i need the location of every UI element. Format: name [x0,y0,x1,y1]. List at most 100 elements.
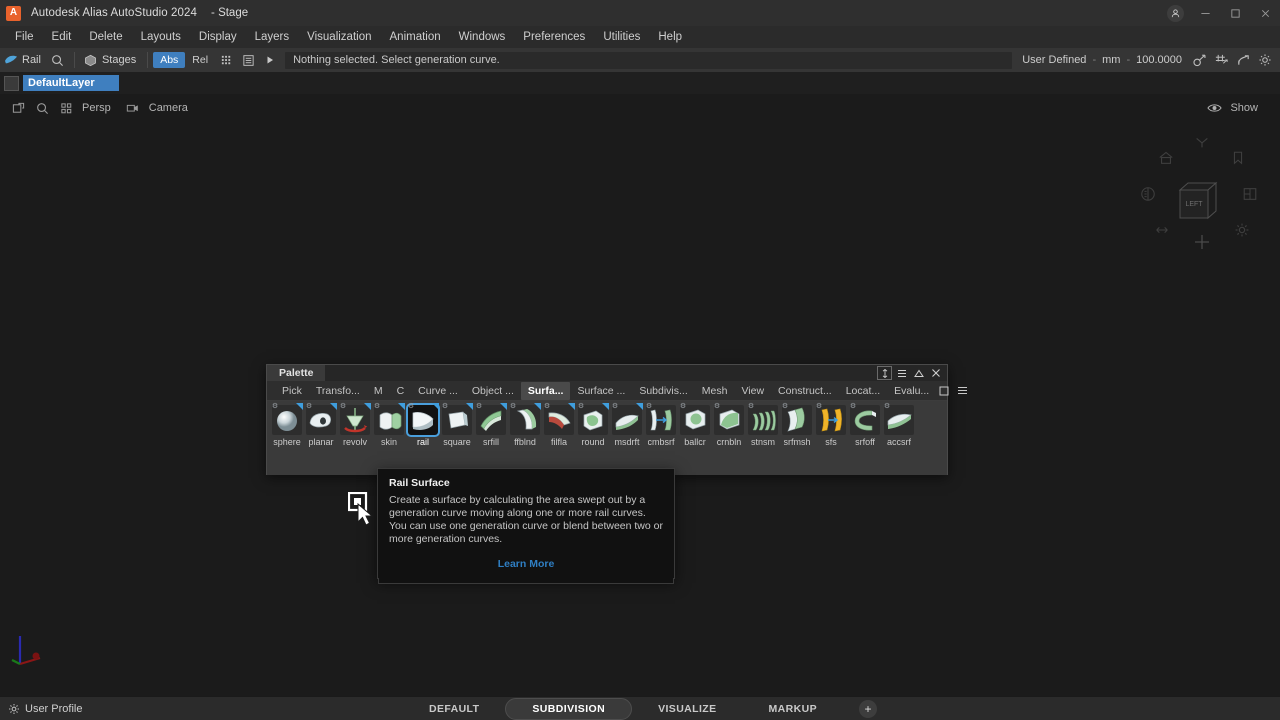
gear-icon[interactable] [1254,49,1276,71]
tool-option-gear-icon[interactable]: ⚙ [883,403,891,411]
show-menu-label[interactable]: Show [1230,102,1258,114]
tool-sphere[interactable]: ⚙ sphere [270,403,304,467]
tool-stnsm[interactable]: ⚙ stnsm [746,403,780,467]
tool-skin[interactable]: ⚙ skin [372,403,406,467]
layouts-view-icon[interactable] [1240,184,1260,204]
palette-window-title[interactable]: Palette [267,365,326,381]
tool-srfmsh[interactable]: ⚙ srfmsh [780,403,814,467]
units-value[interactable]: 100.0000 [1136,54,1182,66]
tool-option-gear-icon[interactable]: ⚙ [577,403,585,411]
view-settings-gear-icon[interactable] [1232,220,1252,240]
current-tool-icon[interactable] [0,49,22,71]
tool-option-gear-icon[interactable]: ⚙ [611,403,619,411]
menu-file[interactable]: File [6,28,43,46]
palette-menu-icon[interactable] [894,366,909,380]
view-perspective-label[interactable]: Persp [82,102,111,114]
menu-animation[interactable]: Animation [381,28,450,46]
menu-help[interactable]: Help [649,28,691,46]
rel-toggle[interactable]: Rel [185,52,215,68]
tooltip-learn-more-link[interactable]: Learn More [389,558,663,570]
tool-sfs[interactable]: ⚙ sfs [814,403,848,467]
stages-icon[interactable] [80,49,102,71]
tool-option-gear-icon[interactable]: ⚙ [849,403,857,411]
tool-option-gear-icon[interactable]: ⚙ [271,403,279,411]
list-icon[interactable] [237,49,259,71]
eye-visibility-icon[interactable] [1202,96,1226,120]
menu-windows[interactable]: Windows [450,28,515,46]
tool-option-gear-icon[interactable]: ⚙ [441,403,449,411]
palette-tab-surfaces[interactable]: Surfa... [520,381,571,400]
add-workspace-button[interactable]: + [859,699,878,718]
tool-ballcr[interactable]: ⚙ ballcr [678,403,712,467]
palette-tab-object[interactable]: Object ... [465,382,521,400]
tool-srfill[interactable]: ⚙ srfill [474,403,508,467]
tool-submenu-triangle-icon[interactable] [398,403,405,410]
tool-revolve[interactable]: ⚙ revolv [338,403,372,467]
tool-submenu-triangle-icon[interactable] [636,403,643,410]
tool-option-gear-icon[interactable]: ⚙ [339,403,347,411]
tool-filfla[interactable]: ⚙ filfla [542,403,576,467]
tool-option-gear-icon[interactable]: ⚙ [815,403,823,411]
palette-options-menu-icon[interactable] [955,384,970,398]
bookmark-view-icon[interactable] [1228,148,1248,168]
construction-plane-icon[interactable] [1188,49,1210,71]
tool-round[interactable]: ⚙ round [576,403,610,467]
menu-visualization[interactable]: Visualization [298,28,380,46]
palette-tab-transform[interactable]: Transfo... [309,382,367,400]
snap-grid-icon[interactable] [1210,49,1232,71]
tool-submenu-triangle-icon[interactable] [296,403,303,410]
camera-icon[interactable] [121,96,145,120]
play-prompt-icon[interactable] [259,49,281,71]
menu-edit[interactable]: Edit [43,28,81,46]
tool-option-gear-icon[interactable]: ⚙ [645,403,653,411]
units-mode-label[interactable]: User Defined [1022,54,1086,66]
palette-tab-construct[interactable]: Construct... [771,382,839,400]
tool-option-gear-icon[interactable]: ⚙ [679,403,687,411]
tool-submenu-triangle-icon[interactable] [364,403,371,410]
minimize-button[interactable] [1190,0,1220,26]
tool-square[interactable]: ⚙ square [440,403,474,467]
tool-crnbln[interactable]: ⚙ crnbln [712,403,746,467]
workspace-subdivision[interactable]: SUBDIVISION [505,697,633,720]
menu-preferences[interactable]: Preferences [514,28,594,46]
palette-close-icon[interactable] [928,366,943,380]
palette-tab-pick[interactable]: Pick [275,382,309,400]
palette-window[interactable]: Palette Pick Transfo... M C Curve ... Ob… [266,364,968,475]
tool-submenu-triangle-icon[interactable] [500,403,507,410]
tool-option-gear-icon[interactable]: ⚙ [713,403,721,411]
view-cube[interactable]: LEFT [1174,178,1218,220]
maximize-button[interactable] [1220,0,1250,26]
tool-srfoff[interactable]: ⚙ srfoff [848,403,882,467]
home-view-icon[interactable] [1156,148,1176,168]
palette-tab-view[interactable]: View [734,382,771,400]
tool-ffblnd[interactable]: ⚙ ffblnd [508,403,542,467]
tool-accsrf[interactable]: ⚙ accsrf [882,403,916,467]
menu-delete[interactable]: Delete [80,28,131,46]
palette-expand-icon[interactable] [936,384,951,398]
new-window-icon[interactable] [6,96,30,120]
tool-submenu-triangle-icon[interactable] [466,403,473,410]
palette-tab-surface-edit[interactable]: Surface ... [570,382,632,400]
prompt-field[interactable]: Nothing selected. Select generation curv… [285,51,1013,69]
tool-rail[interactable]: ⚙ rail [406,403,440,467]
user-account-button[interactable] [1160,0,1190,26]
tool-submenu-triangle-icon[interactable] [330,403,337,410]
menu-layouts[interactable]: Layouts [132,28,190,46]
tool-cmbsrf[interactable]: ⚙ cmbsrf [644,403,678,467]
menu-display[interactable]: Display [190,28,246,46]
tool-submenu-triangle-icon[interactable] [432,403,439,410]
palette-tab-c[interactable]: C [390,382,412,400]
search-icon[interactable] [47,49,69,71]
layer-name-field[interactable]: DefaultLayer [23,75,119,91]
menu-layers[interactable]: Layers [246,28,299,46]
tool-option-gear-icon[interactable]: ⚙ [509,403,517,411]
menu-utilities[interactable]: Utilities [594,28,649,46]
units-label[interactable]: mm [1102,54,1120,66]
palette-tab-locators[interactable]: Locat... [839,382,887,400]
grid-icon[interactable] [215,49,237,71]
view-search-icon[interactable] [30,96,54,120]
close-button[interactable] [1250,0,1280,26]
layout-grid-icon[interactable] [54,96,78,120]
workspace-default[interactable]: DEFAULT [403,699,505,719]
tool-msdrft[interactable]: ⚙ msdrft [610,403,644,467]
